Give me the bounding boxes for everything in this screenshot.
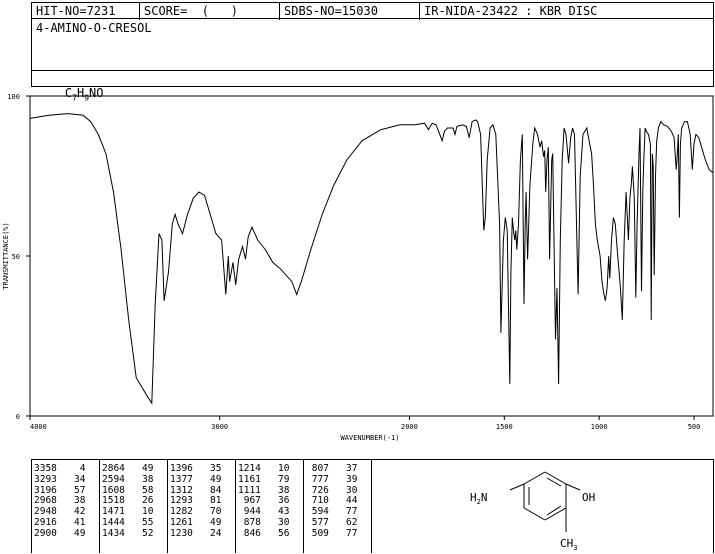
hydroxyl-group-label: OH xyxy=(582,491,595,504)
peak-row: 2900 49 xyxy=(34,527,86,539)
peak-row: 846 56 xyxy=(238,527,290,539)
structure-box: H2N OH CH3 xyxy=(371,459,714,553)
peak-column: 1396 35 1377 49 1312 84 1293 81 1282 70 1261 … xyxy=(170,463,222,540)
substituent-bonds xyxy=(509,483,581,532)
peak-column: 2864 49 2594 38 1608 58 1518 26 1471 10 1444 … xyxy=(102,463,154,540)
peak-column-divider xyxy=(167,460,168,553)
ir-spectrum-chart: 4000 3000 2000 1500 1000 500 0 50 100 WAVENUMBE… xyxy=(2,93,714,442)
peak-column: 807 37 777 39 726 30 710 44 594 77 577 6… xyxy=(306,463,358,540)
y-tick-label: 0 xyxy=(16,413,20,421)
x-tick-label: 4000 xyxy=(30,423,47,431)
peak-row: 3293 34 xyxy=(34,473,86,485)
y-axis-ticks: 0 50 100 xyxy=(7,93,30,421)
peak-row: 1230 24 xyxy=(170,527,222,539)
y-axis-label: TRANSMITTANCE(%) xyxy=(2,222,10,289)
peak-column-divider xyxy=(303,460,304,553)
methyl-group-label: CH3 xyxy=(560,537,577,552)
x-tick-label: 1500 xyxy=(496,423,513,431)
x-axis-label: WAVENUMBER(-1) xyxy=(340,434,399,442)
spectrum-line xyxy=(29,113,714,405)
y-tick-label: 100 xyxy=(7,93,20,101)
peak-column: 3358 4 3293 34 3196 57 2968 38 2948 42 2916 4… xyxy=(34,463,86,540)
structure-diagram: H2N OH CH3 xyxy=(470,471,595,552)
y-tick-label: 50 xyxy=(12,253,20,261)
x-tick-label: 500 xyxy=(688,423,701,431)
x-tick-label: 3000 xyxy=(211,423,228,431)
x-tick-label: 1000 xyxy=(591,423,608,431)
peak-column-divider xyxy=(235,460,236,553)
peak-row: 2594 38 xyxy=(102,473,154,485)
peak-row: 1434 52 xyxy=(102,527,154,539)
peak-row: 509 77 xyxy=(306,527,358,539)
x-axis-ticks: 4000 3000 2000 1500 1000 500 xyxy=(29,416,701,431)
peak-column: 1214 10 1161 79 1111 38 967 36 944 43 878 … xyxy=(238,463,290,540)
peak-row: 777 39 xyxy=(306,473,358,485)
x-tick-label: 2000 xyxy=(401,423,418,431)
benzene-ring xyxy=(523,471,567,521)
peak-row: 1161 79 xyxy=(238,473,290,485)
peak-column-divider xyxy=(99,460,100,553)
peak-row: 1377 49 xyxy=(170,473,222,485)
amino-group-label: H2N xyxy=(470,491,487,506)
peak-table: 3358 4 3293 34 3196 57 2968 38 2948 42 2916 4… xyxy=(31,459,372,553)
